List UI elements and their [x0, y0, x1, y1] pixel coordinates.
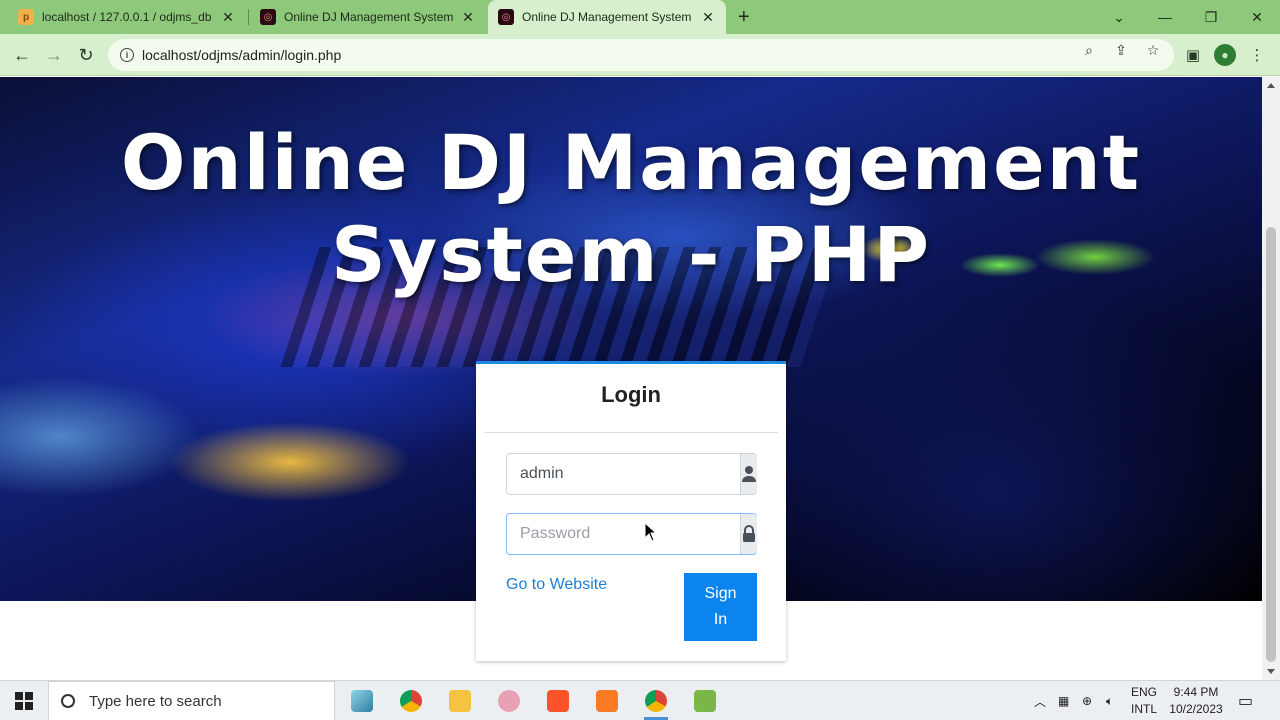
login-card: Login Go to Website Sign In	[476, 361, 786, 661]
sign-in-button[interactable]: Sign In	[684, 573, 757, 641]
search-icon	[61, 694, 75, 708]
tab-search-chevron-icon[interactable]: ⌄	[1096, 0, 1142, 34]
browser-toolbar: ← → ↻ i localhost/odjms/admin/login.php …	[0, 34, 1280, 76]
go-to-website-link[interactable]: Go to Website	[506, 576, 607, 594]
site-favicon-icon: ◎	[498, 9, 514, 25]
menu-kebab-icon[interactable]: ⋮	[1246, 44, 1268, 66]
language-indicator[interactable]: ENG INTL	[1128, 684, 1160, 718]
user-icon	[740, 454, 757, 494]
url-text: localhost/odjms/admin/login.php	[142, 47, 342, 63]
username-field-group	[506, 453, 757, 495]
start-button[interactable]	[0, 681, 48, 720]
chrome-app-icon[interactable]	[391, 685, 431, 717]
notepad-app-icon[interactable]	[342, 685, 382, 717]
tab-close-icon[interactable]: ✕	[700, 9, 716, 26]
new-tab-button[interactable]: +	[738, 6, 750, 29]
restore-button[interactable]: ❐	[1188, 0, 1234, 34]
hero-title: Online DJ Management System - PHP	[120, 118, 1142, 299]
lock-icon	[740, 514, 757, 554]
tab-separator	[248, 9, 249, 25]
close-window-button[interactable]: ✕	[1234, 0, 1280, 34]
zoom-icon[interactable]: ⌕	[1080, 42, 1098, 59]
file-explorer-icon[interactable]	[440, 685, 480, 717]
username-input[interactable]	[507, 454, 740, 494]
scroll-down-icon[interactable]	[1267, 669, 1275, 674]
windows-taskbar: Type here to search ︿ ▦ ⊕ 🔈︎ ENG INTL 9:…	[0, 680, 1280, 720]
search-placeholder: Type here to search	[89, 692, 222, 710]
notification-icon[interactable]: ▭	[1238, 681, 1253, 720]
scroll-up-icon[interactable]	[1267, 83, 1275, 88]
task-manager-icon[interactable]	[685, 685, 725, 717]
minimize-button[interactable]: —	[1142, 0, 1188, 34]
volume-tray-icon[interactable]: 🔈︎	[1106, 681, 1113, 720]
tab-strip: p localhost / 127.0.0.1 / odjms_db ✕ ◎ O…	[0, 0, 1280, 34]
lang-code: ENG	[1130, 685, 1157, 699]
site-favicon-icon: ◎	[260, 9, 276, 25]
site-info-icon[interactable]: i	[120, 48, 134, 62]
taskbar-search-box[interactable]: Type here to search	[48, 681, 335, 720]
mouse-cursor-icon	[644, 522, 658, 542]
reload-icon[interactable]: ↻	[74, 43, 98, 67]
tab-close-icon[interactable]: ✕	[460, 9, 476, 26]
page-viewport: Online DJ Management System - PHP Login …	[0, 77, 1262, 680]
clock-time: 9:44 PM	[1173, 685, 1219, 699]
address-bar[interactable]: i localhost/odjms/admin/login.php	[108, 39, 1174, 71]
bookmark-star-icon[interactable]: ☆	[1144, 42, 1162, 59]
tab-phpmyadmin[interactable]: p localhost / 127.0.0.1 / odjms_db ✕	[8, 0, 246, 34]
profile-avatar-icon[interactable]: ●	[1214, 44, 1236, 66]
tab-title: localhost / 127.0.0.1 / odjms_db	[42, 10, 212, 24]
globe-tray-icon[interactable]: ⊕	[1082, 681, 1092, 720]
tray-chevron-icon[interactable]: ︿	[1034, 681, 1046, 720]
snipping-tool-icon[interactable]	[489, 685, 529, 717]
divider	[484, 432, 778, 433]
login-title: Login	[601, 382, 661, 407]
lang-layout: INTL	[1130, 702, 1157, 716]
tab-close-icon[interactable]: ✕	[220, 9, 236, 26]
brave-browser-icon[interactable]	[538, 685, 578, 717]
phpmyadmin-icon: p	[18, 9, 34, 25]
system-clock[interactable]: 9:44 PM 10/2/2023	[1164, 684, 1228, 718]
forward-arrow-icon[interactable]: →	[42, 43, 66, 67]
password-field-group	[506, 513, 757, 555]
back-arrow-icon[interactable]: ←	[10, 43, 34, 67]
tab-dj-system-1[interactable]: ◎ Online DJ Management System ✕	[250, 0, 486, 34]
clock-date: 10/2/2023	[1169, 702, 1223, 716]
tab-dj-system-active[interactable]: ◎ Online DJ Management System ✕	[488, 0, 726, 34]
xampp-icon[interactable]	[587, 685, 627, 717]
windows-logo-icon	[15, 692, 33, 710]
network-tray-icon[interactable]: ▦	[1058, 681, 1069, 720]
side-panel-icon[interactable]: ▣	[1182, 44, 1204, 66]
share-icon[interactable]: ⇪	[1112, 42, 1130, 59]
password-input[interactable]	[507, 514, 740, 554]
page-scrollbar[interactable]	[1262, 77, 1280, 680]
tab-title: Online DJ Management System	[284, 10, 454, 24]
chrome-running-icon[interactable]	[636, 685, 676, 720]
tab-title: Online DJ Management System	[522, 10, 692, 24]
scrollbar-thumb[interactable]	[1266, 227, 1276, 662]
